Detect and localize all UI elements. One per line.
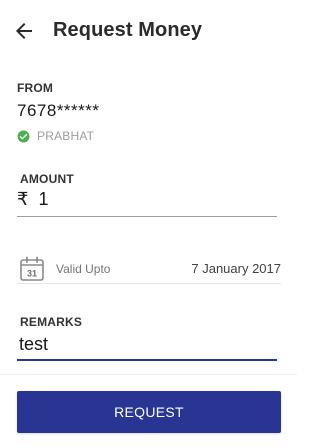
currency-symbol: ₹ <box>17 188 29 209</box>
remarks-value: test <box>19 334 49 354</box>
amount-field[interactable]: ₹ 1 <box>17 188 277 217</box>
from-label: FROM <box>17 81 54 95</box>
valid-upto-date: 7 January 2017 <box>191 261 281 276</box>
calendar-day-text: 31 <box>27 269 37 279</box>
check-circle-icon <box>17 130 30 142</box>
remarks-field[interactable]: test <box>17 331 277 361</box>
from-account-number: 7678****** <box>17 101 100 120</box>
payer-name: PRABHAT <box>37 129 95 143</box>
remarks-label: REMARKS <box>20 315 83 329</box>
request-money-screen: Request Money FROM 7678****** PRABHAT AM… <box>0 0 297 447</box>
request-button[interactable]: REQUEST <box>17 391 281 433</box>
footer-divider <box>0 374 297 375</box>
verified-payer: PRABHAT <box>17 128 94 144</box>
arrow-left-icon <box>16 23 32 39</box>
calendar-icon: 31 <box>20 256 44 281</box>
app-header: Request Money <box>0 0 297 62</box>
back-button[interactable] <box>12 19 36 43</box>
amount-label: AMOUNT <box>20 172 74 186</box>
page-title: Request Money <box>53 19 203 41</box>
valid-upto-label: Valid Upto <box>56 262 111 276</box>
valid-upto-field[interactable]: 31 Valid Upto 7 January 2017 <box>17 254 281 284</box>
amount-value: 1 <box>38 188 49 209</box>
